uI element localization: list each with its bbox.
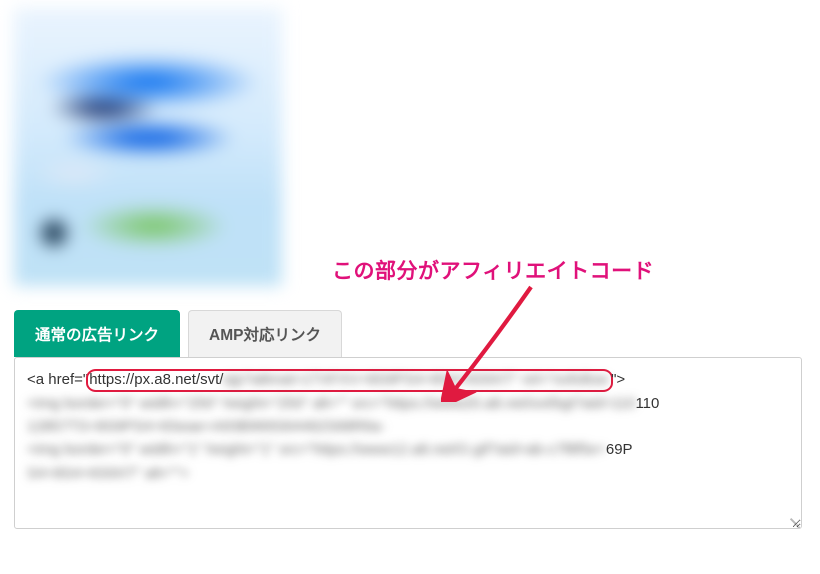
code-line2-tail: 110 xyxy=(635,395,659,412)
code-line-2: <img border="0" width="250" height="250"… xyxy=(27,392,789,415)
code-line-3: <img border="0" width="1" height="1" src… xyxy=(27,438,789,461)
code-line-1: <a href="https://px.a8.net/svt/ejp?a8mat… xyxy=(27,368,789,392)
tab-normal-ad-link[interactable]: 通常の広告リンク xyxy=(14,310,180,357)
affiliate-code-highlight: https://px.a8.net/svt/ejp?a8mat=1TXFXV+8… xyxy=(86,369,613,392)
annotation-label: この部分がアフィリエイトコード xyxy=(332,255,654,285)
code-line1-post: "> xyxy=(611,371,625,388)
tab-bar: 通常の広告リンク AMP対応リンク xyxy=(14,310,806,357)
code-line1-pre: <a href=" xyxy=(27,371,88,388)
code-line-4: S4+8S4+6S9XT" alt=""> xyxy=(27,462,789,485)
ad-code-textarea[interactable]: <a href="https://px.a8.net/svt/ejp?a8mat… xyxy=(14,357,802,529)
code-line3-blur: <img border="0" width="1" height="1" src… xyxy=(27,441,606,458)
code-line-2b: 12857TS+8S9PS4+6Seae+A93B969S64462S68R6a… xyxy=(27,415,789,438)
resize-handle-icon[interactable] xyxy=(786,513,800,527)
code-line1-url-blur: ejp?a8mat=1TXFXV+8S9PS4+8S4+6S9XT" rel="… xyxy=(223,371,608,388)
tab-amp-link[interactable]: AMP対応リンク xyxy=(188,310,342,357)
code-line1-url-head: https://px.a8.net/svt/ xyxy=(89,371,223,388)
code-line3-tail: 69P xyxy=(606,441,633,458)
ad-banner-preview xyxy=(14,8,282,286)
code-line2-head: <img border="0" width="250" height="250"… xyxy=(27,395,635,412)
